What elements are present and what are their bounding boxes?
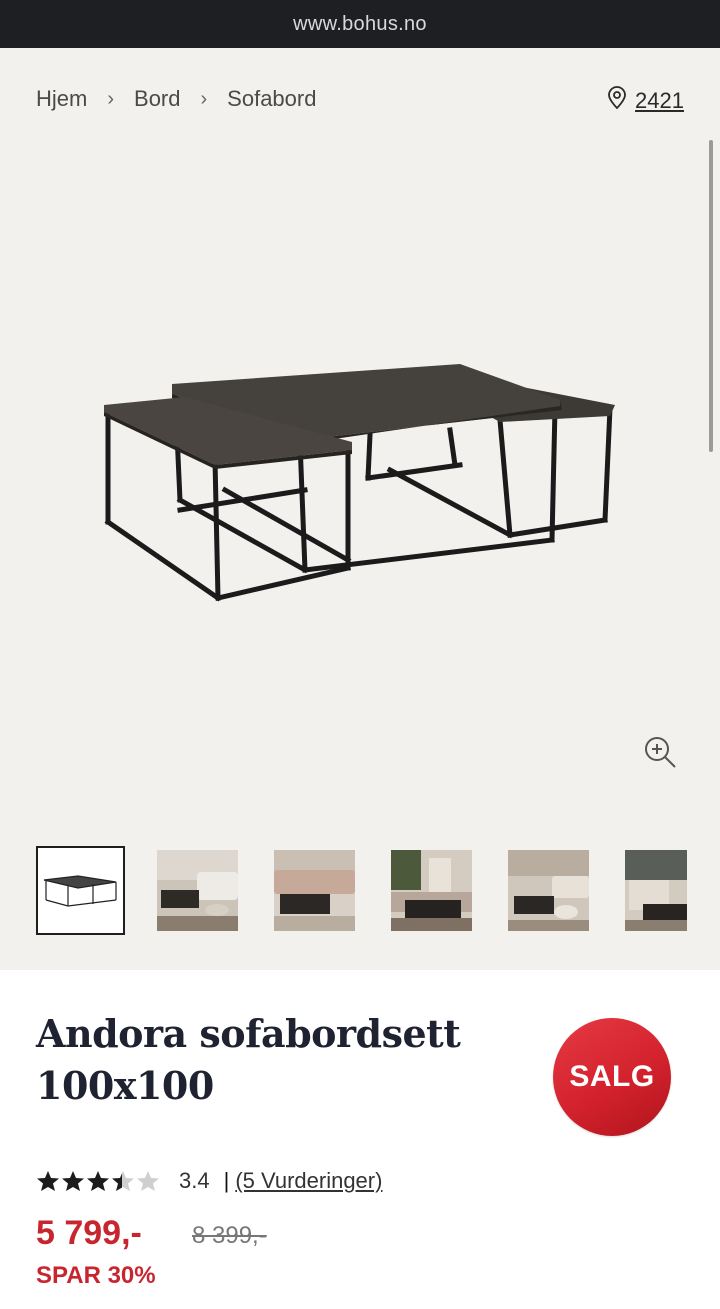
star-empty-icon [137, 1171, 159, 1191]
rating-score: 3.4 [179, 1168, 210, 1193]
rating-stars [36, 1170, 161, 1192]
original-price: 8 399,- [192, 1222, 267, 1249]
thumbnail-3[interactable] [274, 850, 355, 931]
star-half-icon [112, 1171, 134, 1191]
browser-url-bar[interactable]: www.bohus.no [0, 0, 720, 48]
breadcrumb: Hjem › Bord › Sofabord [36, 86, 316, 112]
location-pin-icon [607, 86, 627, 116]
breadcrumb-home[interactable]: Hjem [36, 86, 87, 112]
store-selector[interactable]: 2421 [607, 86, 684, 116]
zoom-in-icon[interactable] [642, 734, 678, 770]
star-filled-icon [62, 1171, 84, 1191]
store-number: 2421 [635, 88, 684, 113]
thumbnail-4[interactable] [391, 850, 472, 931]
product-title-line1: Andora sofabordsett [36, 1011, 461, 1056]
rating-divider: | [223, 1168, 230, 1193]
product-rating: 3.4 | (5 Vurderinger) [36, 1168, 382, 1194]
star-filled-icon [37, 1171, 59, 1191]
thumbnail-5[interactable] [508, 850, 589, 931]
thumbnail-strip [36, 846, 720, 936]
sale-badge-label: SALG [569, 1060, 655, 1093]
reviews-link[interactable]: (5 Vurderinger) [235, 1168, 382, 1194]
sale-badge: SALG [553, 1018, 671, 1136]
star-filled-icon [87, 1171, 109, 1191]
breadcrumb-chevron-icon: › [200, 87, 208, 110]
thumbnail-6[interactable] [625, 850, 687, 931]
savings-label: SPAR 30% [36, 1262, 156, 1289]
breadcrumb-sofabord[interactable]: Sofabord [227, 86, 316, 112]
product-title-line2: 100x100 [36, 1063, 214, 1108]
url-text: www.bohus.no [293, 12, 427, 35]
current-price: 5 799,- [36, 1214, 142, 1252]
thumbnail-1[interactable] [36, 846, 125, 935]
scrollbar[interactable] [709, 140, 713, 452]
breadcrumb-bord[interactable]: Bord [134, 86, 180, 112]
breadcrumb-chevron-icon: › [107, 87, 115, 110]
product-main-image[interactable] [90, 350, 630, 620]
thumbnail-2[interactable] [157, 850, 238, 931]
product-title: Andora sofabordsett 100x100 [36, 1008, 506, 1112]
